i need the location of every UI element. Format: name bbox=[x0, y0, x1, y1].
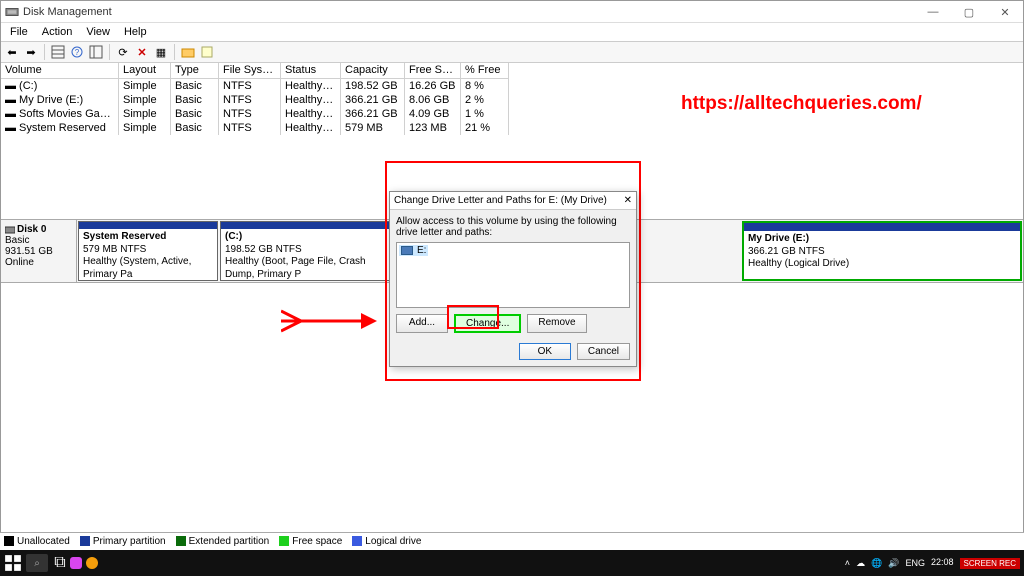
back-icon[interactable]: ⬅ bbox=[4, 44, 20, 60]
header-filesystem[interactable]: File System bbox=[219, 63, 281, 79]
annotation-arrow-icon bbox=[281, 301, 381, 341]
dialog-titlebar: Change Drive Letter and Paths for E: (My… bbox=[390, 192, 636, 210]
tray-network-icon[interactable]: 🌐 bbox=[871, 558, 882, 569]
drive-list[interactable]: E: bbox=[396, 242, 630, 308]
app-window: Disk Management — ▢ ✕ File Action View H… bbox=[0, 0, 1024, 550]
titlebar: Disk Management — ▢ ✕ bbox=[1, 1, 1023, 23]
taskbar-app-2[interactable] bbox=[84, 555, 100, 571]
disk-label: Disk 0 bbox=[17, 224, 46, 235]
list-icon[interactable] bbox=[88, 44, 104, 60]
refresh-icon[interactable]: ⟳ bbox=[115, 44, 131, 60]
header-layout[interactable]: Layout bbox=[119, 63, 171, 79]
header-status[interactable]: Status bbox=[281, 63, 341, 79]
legend-item: Logical drive bbox=[352, 536, 421, 547]
drive-letter: E: bbox=[417, 245, 426, 256]
partition-block[interactable]: System Reserved579 MB NTFSHealthy (Syste… bbox=[78, 221, 218, 281]
partition-block[interactable]: My Drive (E:)366.21 GB NTFSHealthy (Logi… bbox=[742, 221, 1022, 281]
window-title: Disk Management bbox=[23, 6, 112, 18]
dialog-close-button[interactable]: ✕ bbox=[624, 195, 632, 206]
tray-clock[interactable]: 22:08 bbox=[931, 558, 954, 568]
app-icon bbox=[5, 5, 19, 19]
header-pct[interactable]: % Free bbox=[461, 63, 509, 79]
table-row[interactable]: ▬ (C:)SimpleBasicNTFSHealthy (B...198.52… bbox=[1, 79, 1023, 93]
cancel-button[interactable]: Cancel bbox=[577, 343, 630, 360]
change-drive-letter-dialog: Change Drive Letter and Paths for E: (My… bbox=[389, 191, 637, 367]
menu-action[interactable]: Action bbox=[35, 26, 80, 38]
table-icon[interactable] bbox=[50, 44, 66, 60]
svg-text:?: ? bbox=[75, 48, 80, 57]
minimize-button[interactable]: — bbox=[915, 1, 951, 23]
legend-item: Primary partition bbox=[80, 536, 166, 547]
dialog-title: Change Drive Letter and Paths for E: (My… bbox=[394, 195, 607, 206]
disk-type: Basic bbox=[5, 235, 72, 246]
props-icon[interactable]: ? bbox=[69, 44, 85, 60]
menu-file[interactable]: File bbox=[3, 26, 35, 38]
change-button[interactable]: Change... bbox=[454, 314, 521, 333]
menu-view[interactable]: View bbox=[79, 26, 117, 38]
tray-chevron-icon[interactable]: ˄ bbox=[845, 558, 850, 568]
disk-status: Online bbox=[5, 257, 72, 268]
tray-onedrive-icon[interactable]: ☁ bbox=[856, 558, 865, 569]
header-capacity[interactable]: Capacity bbox=[341, 63, 405, 79]
taskbar-app-1[interactable] bbox=[68, 555, 84, 571]
window-controls: — ▢ ✕ bbox=[915, 1, 1023, 23]
header-free[interactable]: Free Sp... bbox=[405, 63, 461, 79]
screen-rec-indicator[interactable]: SCREEN REC bbox=[960, 558, 1020, 569]
search-icon[interactable]: ⌕ bbox=[26, 554, 48, 572]
legend-item: Extended partition bbox=[176, 536, 270, 547]
legend-item: Free space bbox=[279, 536, 342, 547]
legend-item: Unallocated bbox=[4, 536, 70, 547]
disk-info[interactable]: Disk 0 Basic 931.51 GB Online bbox=[1, 220, 77, 282]
separator bbox=[109, 44, 110, 60]
menubar: File Action View Help bbox=[1, 23, 1023, 41]
save-icon[interactable]: ▦ bbox=[153, 44, 169, 60]
folder-icon[interactable] bbox=[180, 44, 196, 60]
dialog-label: Allow access to this volume by using the… bbox=[396, 216, 630, 238]
new-icon[interactable] bbox=[199, 44, 215, 60]
disk-size: 931.51 GB bbox=[5, 246, 72, 257]
separator bbox=[44, 44, 45, 60]
header-type[interactable]: Type bbox=[171, 63, 219, 79]
header-volume[interactable]: Volume bbox=[1, 63, 119, 79]
watermark-url: https://alltechqueries.com/ bbox=[681, 93, 922, 115]
ok-button[interactable]: OK bbox=[519, 343, 571, 360]
menu-help[interactable]: Help bbox=[117, 26, 154, 38]
add-button[interactable]: Add... bbox=[396, 314, 448, 333]
remove-button[interactable]: Remove bbox=[527, 314, 586, 333]
start-button[interactable] bbox=[4, 554, 22, 572]
table-header[interactable]: Volume Layout Type File System Status Ca… bbox=[1, 63, 1023, 79]
partition-block[interactable]: (C:)198.52 GB NTFSHealthy (Boot, Page Fi… bbox=[220, 221, 400, 281]
legend: Unallocated Primary partition Extended par… bbox=[0, 532, 1024, 550]
tray-volume-icon[interactable]: 🔊 bbox=[888, 558, 899, 569]
drive-icon bbox=[401, 246, 413, 255]
forward-icon[interactable]: ➡ bbox=[23, 44, 39, 60]
task-view-icon[interactable]: ⧉ bbox=[52, 555, 68, 571]
delete-icon[interactable]: ✕ bbox=[134, 44, 150, 60]
separator bbox=[174, 44, 175, 60]
toolbar: ⬅ ➡ ? ⟳ ✕ ▦ bbox=[1, 41, 1023, 63]
tray-language[interactable]: ENG bbox=[906, 558, 926, 568]
drive-entry[interactable]: E: bbox=[399, 245, 428, 256]
table-row[interactable]: ▬ System ReservedSimpleBasicNTFSHealthy … bbox=[1, 121, 1023, 135]
maximize-button[interactable]: ▢ bbox=[951, 1, 987, 23]
taskbar: ⌕ ⧉ ˄ ☁ 🌐 🔊 ENG 22:08 SCREEN REC bbox=[0, 550, 1024, 576]
close-button[interactable]: ✕ bbox=[987, 1, 1023, 23]
